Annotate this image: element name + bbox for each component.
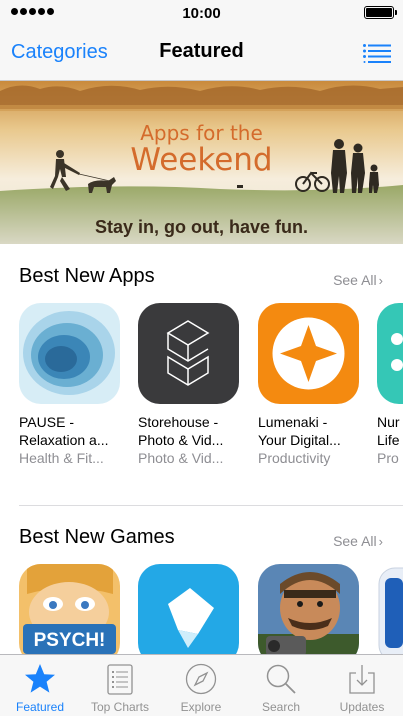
chevron-right-icon: › — [378, 273, 383, 288]
tab-label: Updates — [339, 700, 385, 714]
see-all-label: See All — [333, 533, 377, 549]
psych-icon-text: PSYCH! — [34, 630, 106, 651]
tab-featured[interactable]: Featured — [0, 655, 80, 716]
tab-label: Featured — [15, 700, 65, 714]
psych-game-icon: PSYCH! — [19, 564, 120, 665]
status-time: 10:00 — [182, 5, 221, 22]
pause-app-icon — [19, 303, 120, 404]
tab-label: Top Charts — [90, 700, 150, 714]
app-category: Pro — [377, 450, 399, 466]
game-card[interactable] — [138, 564, 240, 665]
app-card[interactable]: Lumenaki - Your Digital... Productivity — [258, 303, 360, 467]
section-title-best-new-games: Best New Games — [19, 526, 175, 548]
tab-label: Explore — [180, 700, 222, 714]
blue-game-icon — [138, 564, 239, 665]
app-icon-partial — [377, 303, 403, 404]
app-name: Lumenaki - — [258, 414, 328, 430]
chevron-right-icon: › — [378, 534, 383, 549]
tab-label: Search — [261, 700, 301, 714]
tab-updates[interactable]: Updates — [322, 655, 402, 716]
navigation-bar: Categories Featured — [0, 26, 403, 81]
featured-banner[interactable]: Apps for the Weekend Stay in, go out, ha… — [0, 81, 403, 244]
lumenaki-app-icon — [258, 303, 359, 404]
tab-search[interactable]: Search — [241, 655, 321, 716]
search-icon — [266, 664, 296, 694]
star-icon — [25, 664, 55, 693]
soldier-game-icon — [258, 564, 359, 665]
app-name: Storehouse - — [138, 414, 219, 430]
see-all-games-button[interactable]: See All › — [333, 533, 383, 549]
app-card[interactable]: Nur Life Pro — [377, 303, 403, 467]
app-name-line2: Your Digital... — [258, 432, 341, 448]
app-name-line2: Photo & Vid... — [138, 432, 224, 448]
banner-tagline: Stay in, go out, have fun. — [94, 217, 308, 237]
app-name-line2: Relaxation a... — [19, 432, 109, 448]
app-card[interactable]: Storehouse - Photo & Vid... Photo & Vid.… — [138, 303, 240, 467]
app-name: Nur — [377, 414, 400, 430]
status-bar: 10:00 — [0, 0, 403, 26]
list-icon — [107, 664, 133, 695]
tab-explore[interactable]: Explore — [161, 655, 241, 716]
battery-icon — [364, 6, 397, 19]
game-card[interactable]: PSYCH! — [19, 564, 121, 665]
banner-headline-large: Weekend — [130, 142, 273, 178]
app-card[interactable]: PAUSE - Relaxation a... Health & Fit... — [19, 303, 121, 467]
app-name: PAUSE - — [19, 414, 74, 430]
compass-icon — [185, 663, 217, 695]
section-title-best-new-apps: Best New Apps — [19, 265, 155, 287]
see-all-label: See All — [333, 272, 377, 288]
game-card[interactable] — [258, 564, 360, 665]
tab-bar: Featured Top Charts Explore Search Updat… — [0, 654, 403, 716]
game-card[interactable] — [377, 564, 403, 665]
tab-top-charts[interactable]: Top Charts — [80, 655, 160, 716]
app-category: Health & Fit... — [19, 450, 104, 466]
app-name-line2: Life — [377, 432, 400, 448]
section-divider — [19, 505, 403, 506]
storehouse-app-icon — [138, 303, 239, 404]
see-all-apps-button[interactable]: See All › — [333, 272, 383, 288]
page-title: Featured — [159, 40, 244, 62]
download-icon — [349, 665, 375, 694]
app-category: Photo & Vid... — [138, 450, 224, 466]
game-icon-partial — [377, 564, 403, 665]
list-icon[interactable] — [363, 44, 391, 63]
app-category: Productivity — [258, 450, 331, 466]
